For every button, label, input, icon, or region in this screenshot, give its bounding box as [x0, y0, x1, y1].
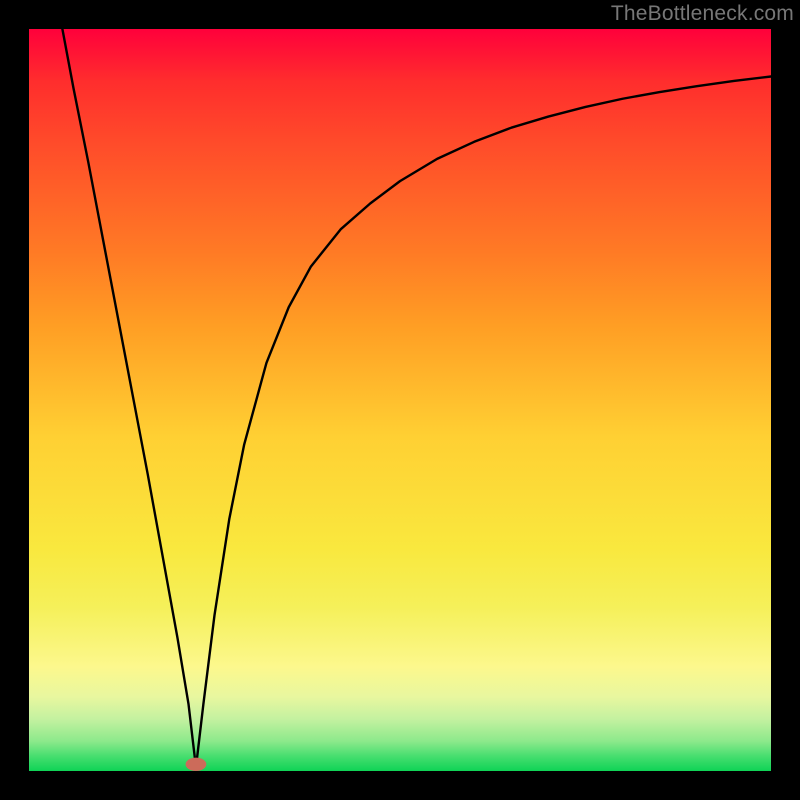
watermark-text: TheBottleneck.com — [611, 2, 794, 26]
chart-svg — [29, 29, 771, 771]
curve-left-branch — [62, 29, 196, 767]
bottleneck-marker — [186, 758, 207, 771]
chart-frame: TheBottleneck.com — [0, 0, 800, 800]
curve-right-branch — [196, 76, 771, 767]
plot-area — [29, 29, 771, 771]
